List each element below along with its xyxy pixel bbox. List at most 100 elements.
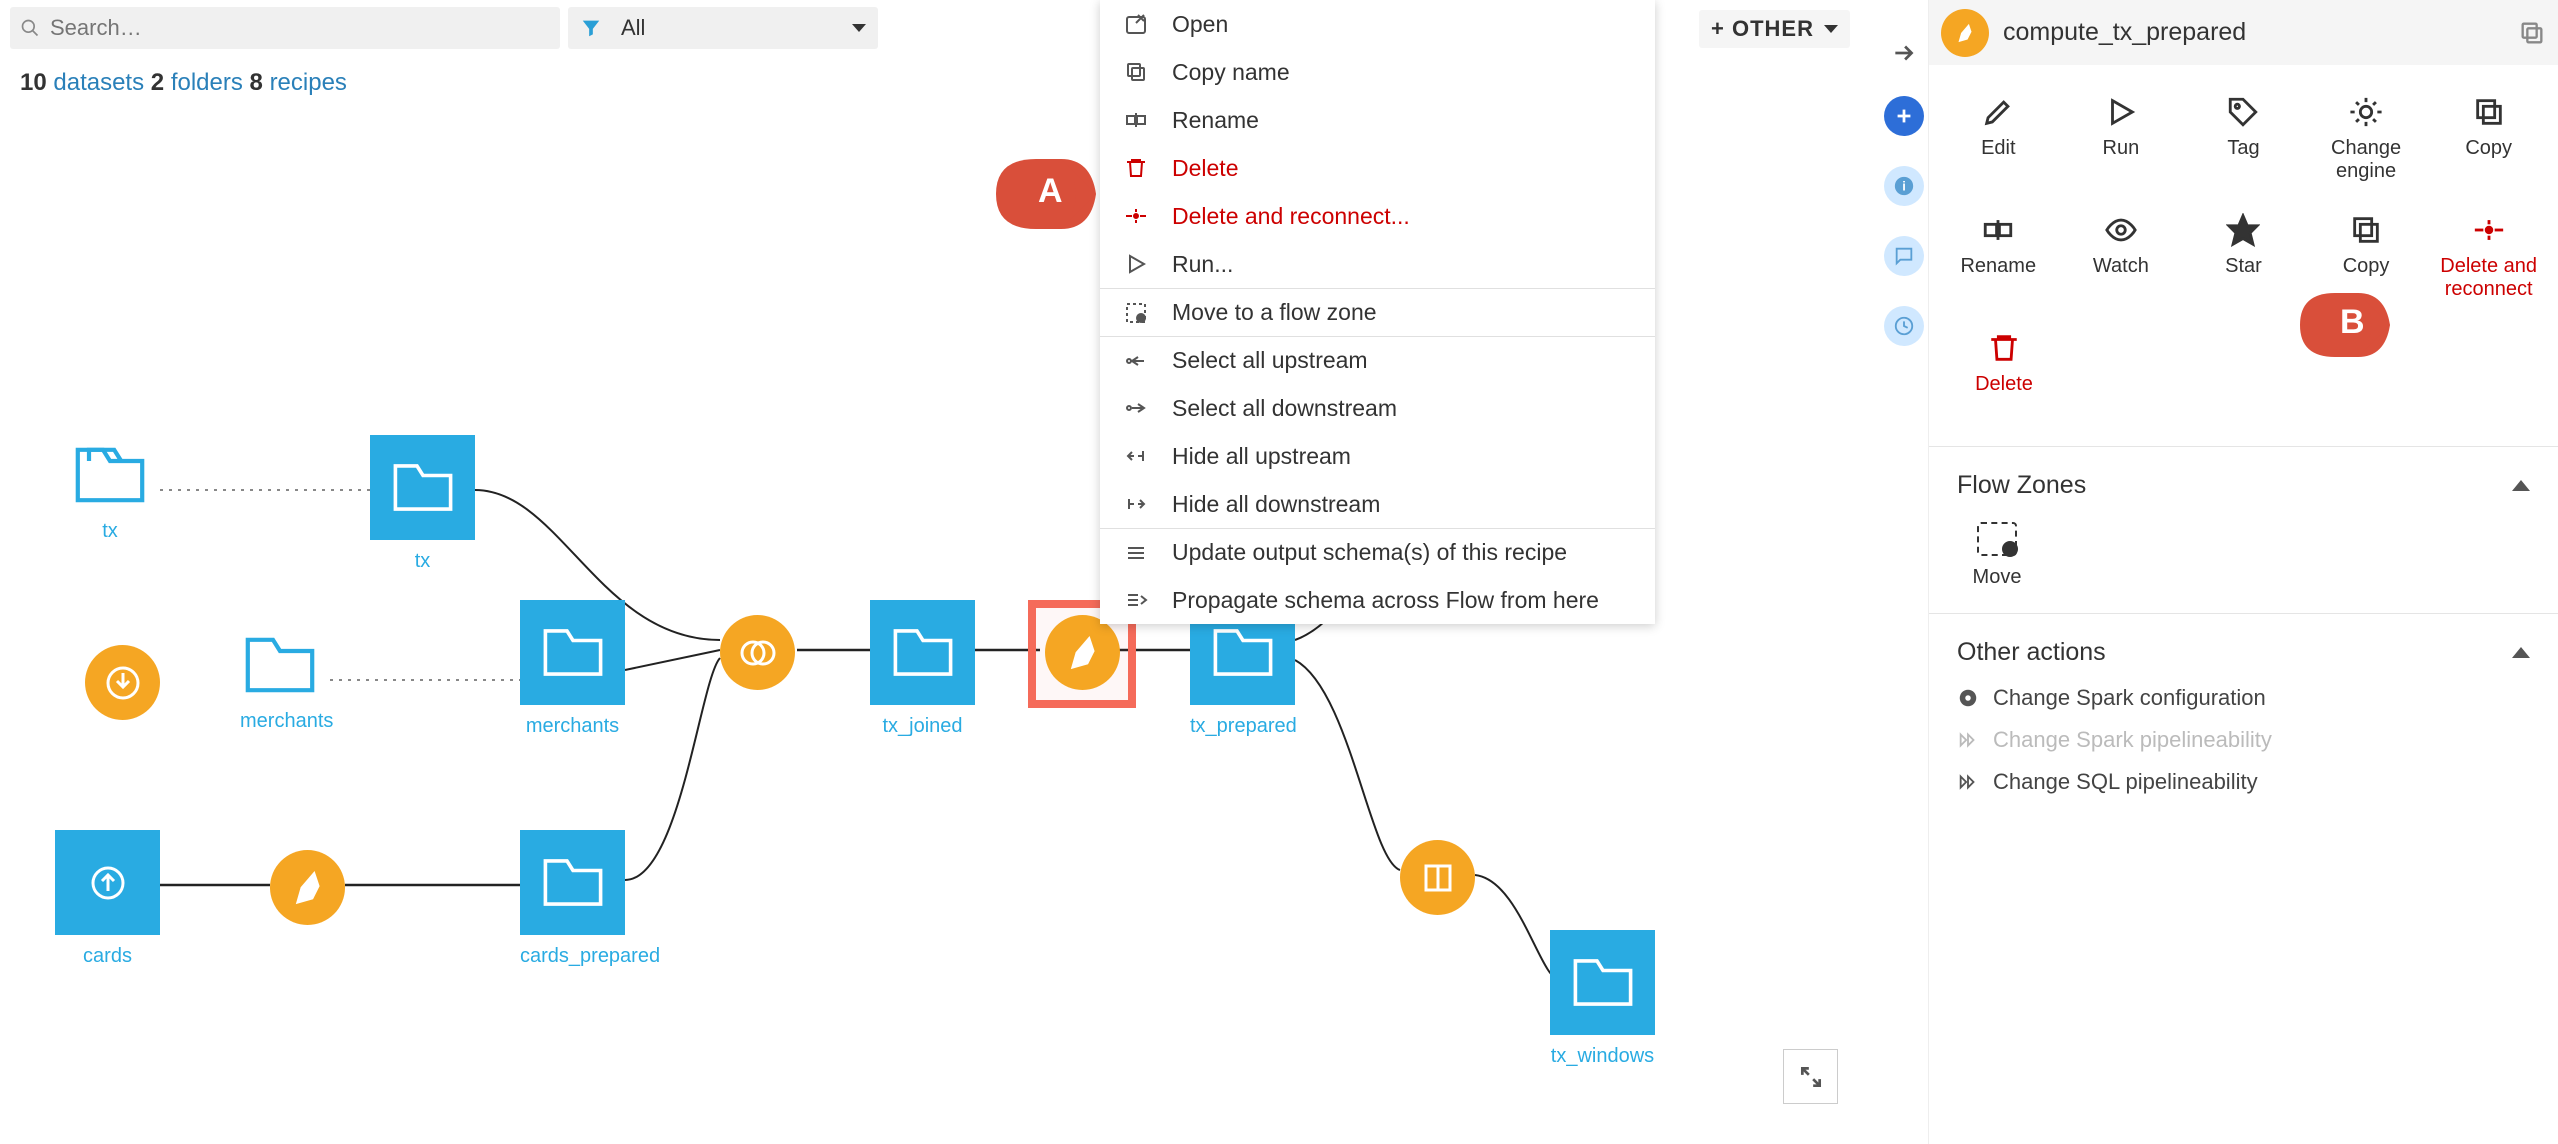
ctx-select-downstream[interactable]: Select all downstream — [1100, 384, 1655, 432]
funnel-icon — [580, 17, 602, 39]
node-tx[interactable]: tx — [370, 435, 475, 573]
copy-icon — [2472, 95, 2506, 129]
action-watch[interactable]: Watch — [2072, 213, 2171, 301]
node-cards-prepared[interactable]: cards_prepared — [520, 830, 660, 968]
propagate-icon — [1124, 588, 1148, 612]
ctx-run[interactable]: Run... — [1100, 240, 1655, 288]
flow-zone-move[interactable]: Move — [1957, 522, 2037, 589]
comment-button[interactable] — [1884, 236, 1924, 276]
node-tx-windows[interactable]: tx_windows — [1550, 930, 1655, 1068]
play-icon — [1124, 252, 1148, 276]
move-icon — [1977, 522, 2017, 556]
action-edit[interactable]: Edit — [1949, 95, 2048, 183]
ctx-hide-upstream[interactable]: Hide all upstream — [1100, 432, 1655, 480]
other-actions-section: Other actions Change Spark configuration… — [1929, 613, 2558, 819]
flow-canvas[interactable]: All 10 datasets 2 folders 8 recipes + OT… — [0, 0, 1880, 1144]
forward-icon — [1957, 729, 1979, 751]
hide-down-icon — [1124, 492, 1148, 516]
history-button[interactable] — [1884, 306, 1924, 346]
recipe-window[interactable] — [1400, 840, 1475, 915]
info-button[interactable]: i — [1884, 166, 1924, 206]
rename-icon — [1981, 213, 2015, 247]
panel-header: compute_tx_prepared — [1929, 0, 2558, 65]
action-star[interactable]: Star — [2194, 213, 2293, 301]
recipe-badge — [1941, 9, 1989, 57]
action-copy2[interactable]: Copy — [2317, 213, 2416, 301]
other-sql-pipeline[interactable]: Change SQL pipelineability — [1957, 769, 2530, 795]
node-merchants[interactable]: merchants — [520, 600, 625, 738]
window-icon — [1418, 858, 1458, 898]
copy-icon[interactable] — [2518, 19, 2546, 47]
folder-icon — [543, 625, 603, 680]
fullscreen-button[interactable] — [1783, 1049, 1838, 1104]
broom-icon — [1063, 633, 1103, 673]
action-rename[interactable]: Rename — [1949, 213, 2048, 301]
flow-zones-toggle[interactable]: Flow Zones — [1957, 471, 2530, 500]
ctx-update-schema[interactable]: Update output schema(s) of this recipe — [1100, 528, 1655, 576]
recipe-prepare-selected[interactable] — [1045, 615, 1120, 690]
actions-grid: Edit Run Tag Change engine Copy Rename W… — [1929, 65, 2558, 446]
downstream-icon — [1124, 396, 1148, 420]
forward-icon — [1957, 771, 1979, 793]
folder-icon — [1213, 625, 1273, 680]
ctx-propagate-schema[interactable]: Propagate schema across Flow from here — [1100, 576, 1655, 624]
trash-icon — [1987, 331, 2021, 365]
download-icon — [103, 663, 143, 703]
other-spark-config[interactable]: Change Spark configuration — [1957, 685, 2530, 711]
pencil-icon — [1981, 95, 2015, 129]
delete-reconnect-icon — [1124, 204, 1148, 228]
action-copy[interactable]: Copy — [2439, 95, 2538, 183]
context-menu[interactable]: Open Copy name Rename Delete Delete and … — [1100, 0, 1655, 624]
copy-icon — [1124, 60, 1148, 84]
folder-icon — [893, 625, 953, 680]
gear-small-icon — [1957, 687, 1979, 709]
node-tx-ghost[interactable]: tx — [70, 440, 150, 543]
ctx-hide-downstream[interactable]: Hide all downstream — [1100, 480, 1655, 528]
action-delete[interactable]: Delete — [1949, 331, 2059, 396]
other-chip[interactable]: + OTHER — [1699, 10, 1850, 48]
flow-zones-section: Flow Zones Move — [1929, 446, 2558, 613]
annotation-a: A — [996, 154, 1096, 234]
right-panel: compute_tx_prepared Edit Run Tag Change … — [1928, 0, 2558, 1144]
search-box[interactable] — [10, 7, 560, 49]
zone-icon — [1124, 301, 1148, 325]
ctx-move-zone[interactable]: Move to a flow zone — [1100, 288, 1655, 336]
other-actions-toggle[interactable]: Other actions — [1957, 638, 2530, 667]
action-tag[interactable]: Tag — [2194, 95, 2293, 183]
ctx-select-upstream[interactable]: Select all upstream — [1100, 336, 1655, 384]
chevron-up-icon — [2512, 480, 2530, 491]
node-tx-joined[interactable]: tx_joined — [870, 600, 975, 738]
node-cards[interactable]: cards — [55, 830, 160, 968]
play-icon — [2104, 95, 2138, 129]
open-icon — [1124, 12, 1148, 36]
upstream-icon — [1124, 349, 1148, 373]
copy-icon — [2349, 213, 2383, 247]
arrow-right-icon[interactable] — [1891, 40, 1917, 66]
upload-icon — [88, 863, 128, 903]
folder-icon — [543, 855, 603, 910]
delete-reconnect-icon — [2472, 213, 2506, 247]
svg-text:i: i — [1902, 179, 1906, 194]
filter-label: All — [613, 15, 852, 41]
ctx-copy-name[interactable]: Copy name — [1100, 48, 1655, 96]
recipe-join[interactable] — [720, 615, 795, 690]
broom-icon — [288, 868, 328, 908]
filter-dropdown[interactable]: All — [568, 7, 878, 49]
ctx-delete[interactable]: Delete — [1100, 144, 1655, 192]
ctx-delete-reconnect[interactable]: Delete and reconnect... — [1100, 192, 1655, 240]
add-button[interactable] — [1884, 96, 1924, 136]
caret-down-icon — [1824, 25, 1838, 33]
side-strip: i — [1880, 0, 1928, 1144]
action-delete-reconnect[interactable]: Delete and reconnect — [2439, 213, 2538, 301]
ctx-open[interactable]: Open — [1100, 0, 1655, 48]
other-spark-pipeline[interactable]: Change Spark pipelineability — [1957, 727, 2530, 753]
action-run[interactable]: Run — [2072, 95, 2171, 183]
node-merchants-ghost[interactable]: merchants — [240, 630, 333, 733]
ctx-rename[interactable]: Rename — [1100, 96, 1655, 144]
search-input[interactable] — [50, 15, 550, 41]
action-change-engine[interactable]: Change engine — [2317, 95, 2416, 183]
recipe-prepare-cards[interactable] — [270, 850, 345, 925]
search-icon — [20, 18, 40, 38]
recipe-download[interactable] — [85, 645, 160, 720]
list-icon — [1124, 541, 1148, 565]
